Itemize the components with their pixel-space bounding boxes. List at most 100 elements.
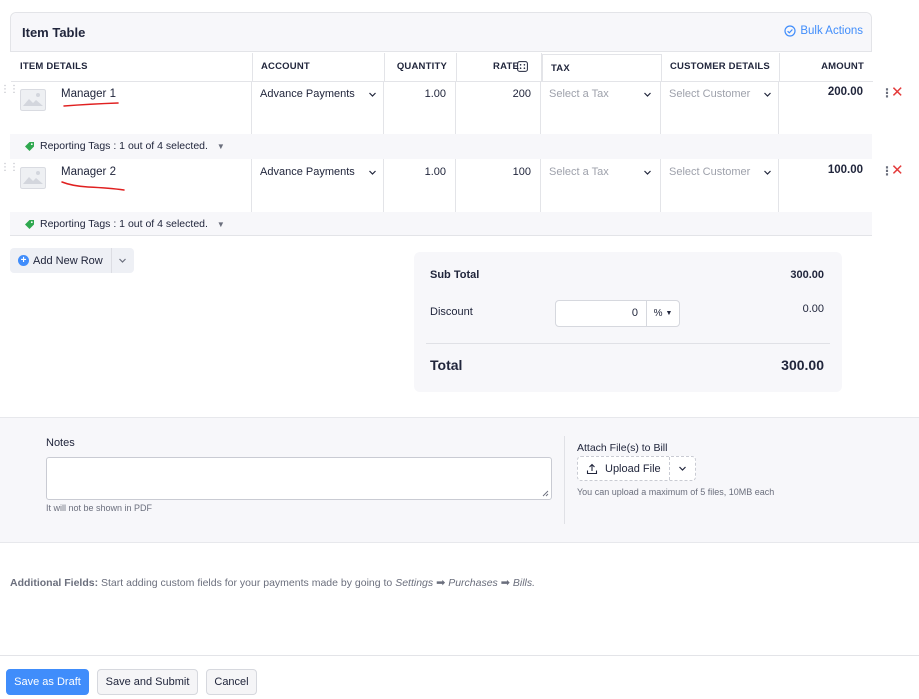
caret-down-icon: ▼: [665, 310, 673, 317]
discount-unit-value: %: [653, 308, 663, 319]
bills-link[interactable]: Bills.: [513, 577, 535, 589]
tax-select[interactable]: Select a Tax: [541, 159, 661, 212]
image-placeholder-icon: [20, 167, 46, 189]
item-name[interactable]: Manager 2: [61, 166, 116, 178]
col-tax: TAX: [542, 54, 662, 82]
section-divider: [564, 436, 565, 524]
chevron-down-icon: [369, 92, 376, 97]
col-account: ACCOUNT: [253, 53, 385, 81]
add-new-row-button[interactable]: + Add New Row: [10, 248, 112, 273]
additional-fields-label: Additional Fields:: [10, 577, 99, 589]
chevron-down-icon: [369, 170, 376, 175]
account-value: Advance Payments: [260, 166, 355, 178]
notes-textarea[interactable]: [46, 457, 552, 500]
add-new-row-group: + Add New Row: [10, 248, 134, 273]
row-actions: ⋮ ✕: [881, 163, 904, 178]
kebab-icon[interactable]: ⋮: [881, 87, 893, 99]
kebab-icon[interactable]: ⋮: [881, 165, 893, 177]
table-row: ⋮⋮ Manager 2 Advance Payments 1.00 100 S…: [0, 159, 904, 212]
drag-handle-icon[interactable]: ⋮⋮: [0, 85, 19, 95]
upload-icon: [586, 463, 598, 474]
reporting-tags-label: Reporting Tags : 1 out of 4 selected.: [40, 218, 208, 230]
chevron-down-icon: [644, 170, 651, 175]
col-amount: AMOUNT: [821, 61, 864, 72]
account-value: Advance Payments: [260, 88, 355, 100]
item-table-header: Item Table Bulk Actions: [11, 13, 871, 52]
close-icon[interactable]: ✕: [891, 85, 904, 100]
purchases-link[interactable]: Purchases: [448, 577, 498, 589]
reporting-tags-row[interactable]: Reporting Tags : 1 out of 4 selected. ▼: [10, 212, 872, 236]
bulk-actions-label: Bulk Actions: [800, 25, 863, 37]
save-as-draft-button[interactable]: Save as Draft: [6, 669, 89, 695]
image-placeholder-icon: [20, 89, 46, 111]
tax-placeholder: Select a Tax: [549, 166, 609, 178]
item-table: Item Table Bulk Actions ITEM DETAILS ACC…: [10, 12, 873, 82]
chevron-down-icon: [644, 92, 651, 97]
sub-total-label: Sub Total: [430, 269, 480, 281]
additional-fields-note: Additional Fields: Start adding custom f…: [10, 576, 535, 589]
attach-hint: You can upload a maximum of 5 files, 10M…: [577, 487, 775, 497]
total-label: Total: [430, 357, 463, 373]
customer-placeholder: Select Customer: [669, 166, 751, 178]
chevron-down-icon: [764, 170, 771, 175]
discount-label: Discount: [430, 306, 473, 318]
quantity-input[interactable]: 1.00: [384, 159, 456, 212]
discount-value: 0.00: [802, 303, 824, 315]
upload-file-button[interactable]: Upload File: [578, 457, 670, 480]
notes-section: Notes It will not be shown in PDF Attach…: [0, 417, 919, 543]
notes-hint: It will not be shown in PDF: [46, 503, 153, 513]
discount-input[interactable]: 0: [555, 300, 647, 327]
tax-select[interactable]: Select a Tax: [541, 81, 661, 134]
add-row-dropdown[interactable]: [112, 248, 134, 273]
settings-link[interactable]: Settings: [395, 577, 433, 589]
col-quantity: QUANTITY: [385, 53, 457, 81]
save-and-submit-button[interactable]: Save and Submit: [97, 669, 198, 695]
reporting-tags-row[interactable]: Reporting Tags : 1 out of 4 selected. ▼: [10, 134, 872, 159]
reporting-tags-label: Reporting Tags : 1 out of 4 selected.: [40, 140, 208, 152]
bulk-actions-link[interactable]: Bulk Actions: [784, 25, 863, 37]
item-cell[interactable]: Manager 2: [10, 159, 252, 212]
tax-placeholder: Select a Tax: [549, 88, 609, 100]
column-headers: ITEM DETAILS ACCOUNT QUANTITY RATE TAX C…: [11, 53, 873, 82]
rate-input[interactable]: 200: [456, 81, 541, 134]
additional-fields-text: Start adding custom fields for your paym…: [101, 577, 393, 589]
customer-select[interactable]: Select Customer: [661, 81, 779, 134]
reporting-tags[interactable]: Reporting Tags : 1 out of 4 selected. ▼: [24, 140, 225, 152]
item-cell[interactable]: Manager 1: [10, 81, 252, 134]
rate-value: 100: [512, 166, 531, 178]
attach-label: Attach File(s) to Bill: [577, 442, 668, 454]
chevron-down-icon: [764, 92, 771, 97]
annotation-underline: [61, 181, 125, 191]
totals-divider: [426, 343, 830, 344]
resize-handle-icon[interactable]: [542, 490, 549, 497]
notes-label: Notes: [46, 437, 75, 449]
quantity-input[interactable]: 1.00: [384, 81, 456, 134]
amount-value: 100.00: [827, 164, 863, 176]
amount-cell: 200.00: [779, 81, 872, 134]
account-select[interactable]: Advance Payments: [252, 159, 384, 212]
quantity-value: 1.00: [424, 166, 446, 178]
item-name[interactable]: Manager 1: [61, 88, 116, 100]
discount-unit-select[interactable]: % ▼: [646, 300, 680, 327]
arrow-right-icon: ➡: [500, 577, 510, 589]
reporting-tags[interactable]: Reporting Tags : 1 out of 4 selected. ▼: [24, 218, 225, 230]
rate-value: 200: [512, 88, 531, 100]
chevron-down-icon: [119, 258, 127, 263]
account-select[interactable]: Advance Payments: [252, 81, 384, 134]
plus-circle-icon: +: [18, 255, 29, 266]
customer-placeholder: Select Customer: [669, 88, 751, 100]
cancel-button[interactable]: Cancel: [206, 669, 257, 695]
caret-down-icon: ▼: [216, 141, 225, 151]
quantity-value: 1.00: [424, 88, 446, 100]
upload-file-group: Upload File: [577, 456, 696, 481]
drag-handle-icon[interactable]: ⋮⋮: [0, 163, 19, 173]
customer-select[interactable]: Select Customer: [661, 159, 779, 212]
tag-icon: [25, 141, 34, 151]
close-icon[interactable]: ✕: [891, 163, 904, 178]
upload-dropdown[interactable]: [670, 457, 695, 480]
form-footer: Save as Draft Save and Submit Cancel: [0, 655, 919, 699]
calculator-icon[interactable]: [517, 61, 528, 72]
rate-input[interactable]: 100: [456, 159, 541, 212]
col-rate-label: RATE: [493, 61, 519, 72]
col-rate: RATE: [457, 53, 542, 81]
